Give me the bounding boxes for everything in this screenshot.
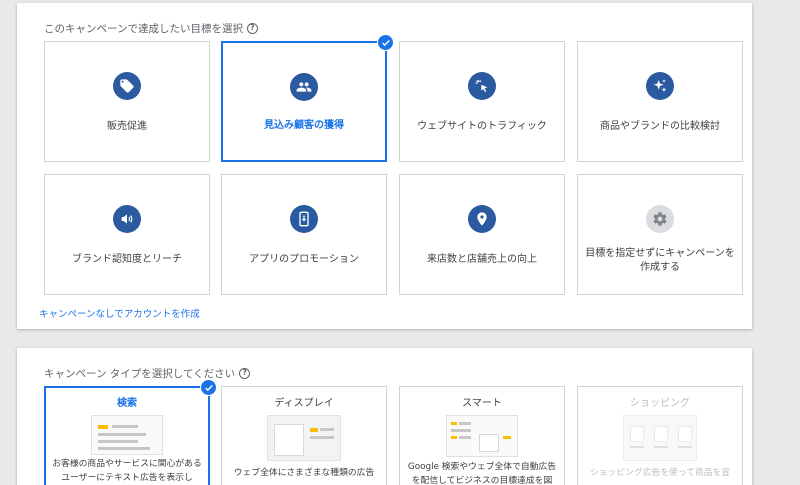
help-circle-icon[interactable]: ? xyxy=(239,368,251,379)
goal-brand-awareness[interactable]: ブランド認知度とリーチ xyxy=(44,174,210,295)
gear-icon xyxy=(646,205,674,233)
goal-sales[interactable]: 販売促進 xyxy=(44,41,210,162)
goal-no-goal[interactable]: 目標を指定せずにキャンペーンを 作成する xyxy=(577,174,743,295)
campaign-type-shopping[interactable]: ショッピング ショッピング広告を使って商品を宣 xyxy=(577,386,743,485)
megaphone-icon xyxy=(113,205,141,233)
campaign-type-title: 検索 xyxy=(117,398,137,409)
create-account-without-campaign-link[interactable]: キャンペーンなしでアカウントを作成 xyxy=(39,306,200,320)
people-icon xyxy=(290,73,318,101)
sparkle-icon xyxy=(646,72,674,100)
campaign-type-description: ウェブ全体にさまざまな種類の広告 xyxy=(233,468,375,478)
campaign-type-display[interactable]: ディスプレイ ウェブ全体にさまざまな種類の広告 xyxy=(221,386,387,485)
phone-download-icon xyxy=(290,205,318,233)
type-section-title: キャンペーン タイプを選択してください ? xyxy=(44,366,251,381)
goal-label: 見込み顧客の獲得 xyxy=(264,120,344,131)
campaign-type-search[interactable]: 検索 お客様の商品やサービスに関心がある ユーザーにテキスト広告を表示し xyxy=(44,386,210,485)
goal-consideration[interactable]: 商品やブランドの比較検討 xyxy=(577,41,743,162)
campaign-type-title: ショッピング xyxy=(630,398,690,409)
goal-label: ウェブサイトのトラフィック xyxy=(417,121,547,132)
display-ad-illustration xyxy=(267,415,341,461)
goal-store-visits[interactable]: 来店数と店舗売上の向上 xyxy=(399,174,565,295)
search-ad-illustration xyxy=(91,415,163,455)
smart-ad-illustration xyxy=(446,415,518,457)
campaign-type-description: ショッピング広告を使って商品を宣 xyxy=(589,468,731,478)
location-pin-icon xyxy=(468,205,496,233)
checkmark-icon xyxy=(377,34,394,51)
help-circle-icon[interactable]: ? xyxy=(246,23,258,34)
goal-label: ブランド認知度とリーチ xyxy=(72,254,182,265)
campaign-type-title: ディスプレイ xyxy=(274,398,334,409)
goal-website-traffic[interactable]: ウェブサイトのトラフィック xyxy=(399,41,565,162)
campaign-type-smart[interactable]: スマート Google 検索やウェブ全体で自動広告 を配信してビジネスの目標達成… xyxy=(399,386,565,485)
cursor-click-icon xyxy=(468,72,496,100)
goal-leads[interactable]: 見込み顧客の獲得 xyxy=(221,41,387,162)
campaign-type-description: Google 検索やウェブ全体で自動広告 を配信してビジネスの目標達成を図 xyxy=(407,462,557,485)
goal-label: 来店数と店舗売上の向上 xyxy=(427,254,537,265)
tag-icon xyxy=(113,72,141,100)
goal-selection-card: このキャンペーンで達成したい目標を選択 ? 販売促進 見込み顧客の獲得 ウェブサ… xyxy=(17,3,752,329)
goal-section-title: このキャンペーンで達成したい目標を選択 ? xyxy=(44,21,258,36)
campaign-type-title: スマート xyxy=(462,398,502,409)
goal-label: 販売促進 xyxy=(107,121,147,132)
campaign-type-description: お客様の商品やサービスに関心がある ユーザーにテキスト広告を表示し xyxy=(52,459,202,483)
goal-label: 商品やブランドの比較検討 xyxy=(600,121,720,132)
goal-label: アプリのプロモーション xyxy=(249,254,359,265)
goal-label: 目標を指定せずにキャンペーンを 作成する xyxy=(585,248,735,273)
shopping-ad-illustration xyxy=(623,415,697,461)
campaign-type-card: キャンペーン タイプを選択してください ? 検索 お客様の商品やサービスに関心が… xyxy=(17,348,752,485)
checkmark-icon xyxy=(200,379,217,396)
goal-app-promotion[interactable]: アプリのプロモーション xyxy=(221,174,387,295)
